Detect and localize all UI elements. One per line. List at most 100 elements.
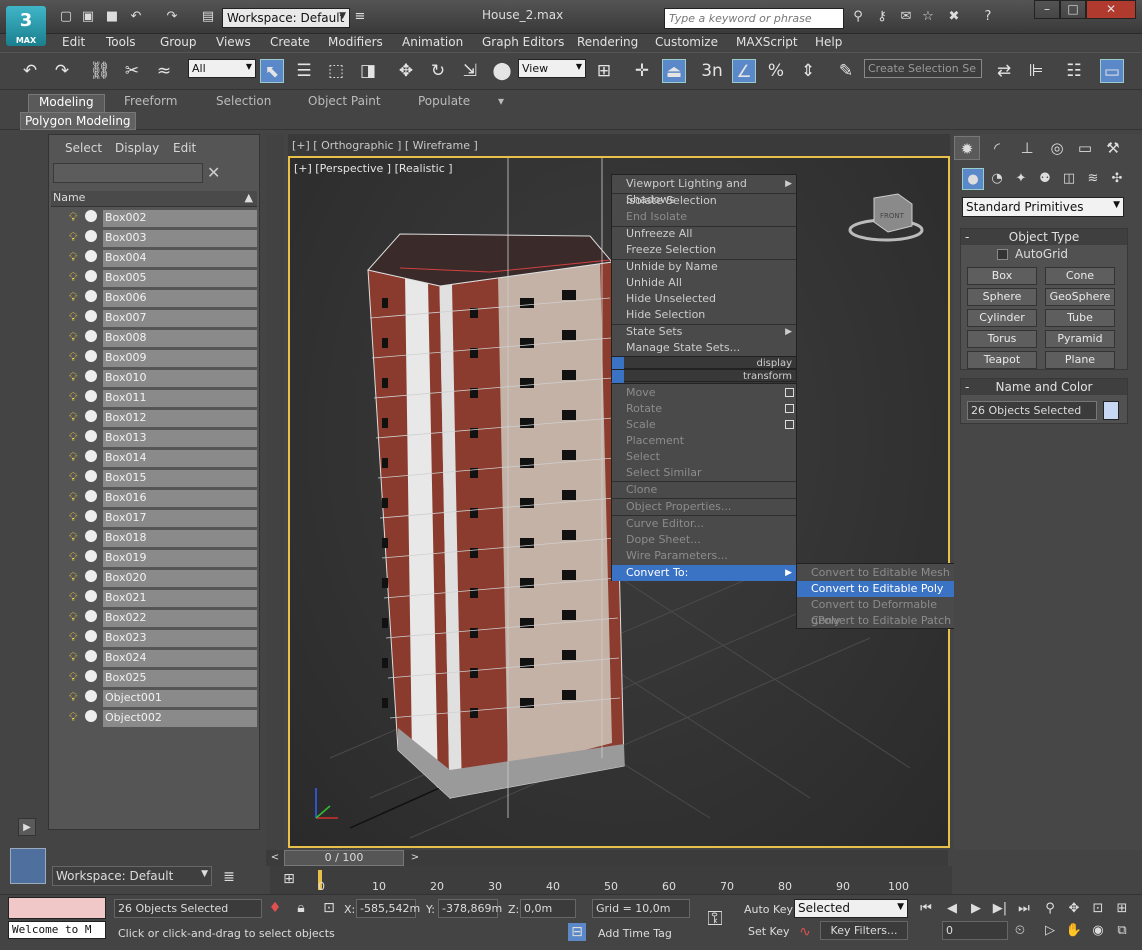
select-by-name-icon[interactable]: ☰: [292, 59, 316, 83]
object-name[interactable]: Box009: [103, 350, 257, 367]
torus-button[interactable]: Torus: [967, 330, 1037, 348]
lightbulb-icon[interactable]: 💡︎: [69, 210, 77, 225]
selection-filter-dropdown[interactable]: All ▼: [188, 59, 256, 78]
key-filters-button[interactable]: Key Filters...: [820, 921, 908, 940]
lightbulb-icon[interactable]: 💡︎: [69, 710, 77, 725]
lights-icon[interactable]: ✦: [1010, 168, 1032, 190]
select-and-place-icon[interactable]: ⬤: [490, 59, 514, 83]
list-item[interactable]: 💡︎ Box011: [51, 387, 257, 407]
list-item[interactable]: 💡︎ Object001: [51, 687, 257, 707]
space-warps-icon[interactable]: ≋: [1082, 168, 1104, 190]
menu-graph-editors[interactable]: Graph Editors: [482, 35, 564, 49]
object-name[interactable]: Box004: [103, 250, 257, 267]
track-bar[interactable]: 0 10 20 30 40 50 60 70 80 90 100: [270, 866, 952, 894]
object-name[interactable]: Box023: [103, 630, 257, 647]
bind-space-warp-icon[interactable]: ≈: [152, 59, 176, 83]
set-key-button[interactable]: Set Key: [748, 925, 790, 938]
lightbulb-icon[interactable]: 💡︎: [69, 690, 77, 705]
add-time-tag-button[interactable]: Add Time Tag: [598, 927, 672, 940]
open-mini-curve-editor-icon[interactable]: ⊞: [280, 870, 298, 888]
auto-key-button[interactable]: Auto Key: [744, 903, 793, 916]
menu-move[interactable]: Move: [612, 385, 796, 401]
menu-clone[interactable]: Clone: [612, 482, 796, 498]
visibility-icon[interactable]: [85, 470, 97, 482]
object-color-swatch[interactable]: [1103, 401, 1119, 420]
lightbulb-icon[interactable]: 💡︎: [69, 450, 77, 465]
absolute-mode-icon[interactable]: ⊡: [320, 899, 338, 917]
menu-tools[interactable]: Tools: [106, 35, 136, 49]
new-file-icon[interactable]: ▢: [58, 9, 74, 25]
lightbulb-icon[interactable]: 💡︎: [69, 410, 77, 425]
edit-named-selection-icon[interactable]: ✎: [834, 59, 858, 83]
menu-placement[interactable]: Placement: [612, 433, 796, 449]
isolate-toggle-icon[interactable]: ♦: [266, 899, 284, 917]
list-item[interactable]: 💡︎ Box013: [51, 427, 257, 447]
list-item[interactable]: 💡︎ Box025: [51, 667, 257, 687]
binoculars-icon[interactable]: ⚲: [850, 9, 866, 25]
tab-populate[interactable]: Populate: [418, 94, 470, 108]
lightbulb-icon[interactable]: 💡︎: [69, 290, 77, 305]
visibility-icon[interactable]: [85, 210, 97, 222]
list-item[interactable]: 💡︎ Box019: [51, 547, 257, 567]
list-item[interactable]: 💡︎ Box018: [51, 527, 257, 547]
reference-coordinate-dropdown[interactable]: View ▼: [518, 59, 586, 78]
redo-icon[interactable]: ↷: [164, 9, 180, 25]
percent-snap-icon[interactable]: %: [764, 59, 788, 83]
visibility-icon[interactable]: [85, 350, 97, 362]
menu-manage-state-sets[interactable]: Manage State Sets...: [612, 340, 796, 356]
visibility-icon[interactable]: [85, 410, 97, 422]
window-close-button[interactable]: ✕: [1086, 0, 1136, 19]
time-slider[interactable]: < 0 / 100 >: [266, 850, 948, 866]
visibility-icon[interactable]: [85, 550, 97, 562]
layers-icon[interactable]: ≣: [220, 868, 238, 886]
list-item[interactable]: 💡︎ Box004: [51, 247, 257, 267]
lightbulb-icon[interactable]: 💡︎: [69, 510, 77, 525]
maxscript-listener-input[interactable]: Welcome to M: [8, 921, 106, 939]
visibility-icon[interactable]: [85, 510, 97, 522]
menu-hide-unselected[interactable]: Hide Unselected: [612, 291, 796, 307]
menu-convert-deformable-gpoly[interactable]: Convert to Deformable gPoly: [797, 597, 962, 627]
name-and-color-rollout-header[interactable]: - Name and Color: [961, 379, 1127, 395]
maximize-button[interactable]: □: [1060, 0, 1086, 19]
menu-group[interactable]: Group: [160, 35, 197, 49]
zoom-extents-all-icon[interactable]: ⊞: [1112, 899, 1132, 919]
help-icon[interactable]: ?: [980, 9, 996, 25]
top-viewport[interactable]: [+] [ Orthographic ] [ Wireframe ]: [288, 134, 950, 156]
set-key-mode-icon[interactable]: ⚿: [706, 908, 724, 928]
y-coordinate-field[interactable]: -378,869m: [438, 899, 502, 918]
menu-edit[interactable]: Edit: [62, 35, 85, 49]
object-name[interactable]: Box014: [103, 450, 257, 467]
object-name[interactable]: Box019: [103, 550, 257, 567]
play-icon[interactable]: ▶: [966, 899, 986, 919]
object-name[interactable]: Box007: [103, 310, 257, 327]
visibility-icon[interactable]: [85, 270, 97, 282]
minimize-button[interactable]: –: [1034, 0, 1060, 19]
explorer-menu-edit[interactable]: Edit: [173, 141, 196, 155]
list-item[interactable]: 💡︎ Box010: [51, 367, 257, 387]
lightbulb-icon[interactable]: 💡︎: [69, 430, 77, 445]
object-name[interactable]: Box008: [103, 330, 257, 347]
menu-freeze-selection[interactable]: Freeze Selection: [612, 242, 796, 258]
visibility-icon[interactable]: [85, 630, 97, 642]
search-input[interactable]: Type a keyword or phrase: [664, 8, 844, 29]
list-item[interactable]: 💡︎ Box003: [51, 227, 257, 247]
menu-object-properties[interactable]: Object Properties...: [612, 499, 796, 515]
lightbulb-icon[interactable]: 💡︎: [69, 530, 77, 545]
object-category-dropdown[interactable]: Standard Primitives ▼: [962, 197, 1124, 217]
display-tab-icon[interactable]: ▭: [1072, 136, 1098, 160]
menu-modifiers[interactable]: Modifiers: [328, 35, 383, 49]
explorer-filter-input[interactable]: [53, 163, 203, 183]
list-item[interactable]: 💡︎ Box012: [51, 407, 257, 427]
select-manipulate-icon[interactable]: ✛: [630, 59, 654, 83]
list-item[interactable]: 💡︎ Box020: [51, 567, 257, 587]
menu-viewport-lighting[interactable]: Viewport Lighting and Shadows ▶: [612, 176, 796, 206]
application-button[interactable]: 3 MAX: [6, 6, 46, 46]
visibility-icon[interactable]: [85, 310, 97, 322]
named-selection-set-input[interactable]: Create Selection Se: [864, 59, 982, 78]
visibility-icon[interactable]: [85, 370, 97, 382]
geosphere-button[interactable]: GeoSphere: [1045, 288, 1115, 306]
select-and-rotate-icon[interactable]: ↻: [426, 59, 450, 83]
favorites-star-icon[interactable]: ☆: [920, 9, 936, 25]
menu-create[interactable]: Create: [270, 35, 310, 49]
object-name[interactable]: Object002: [103, 710, 257, 727]
